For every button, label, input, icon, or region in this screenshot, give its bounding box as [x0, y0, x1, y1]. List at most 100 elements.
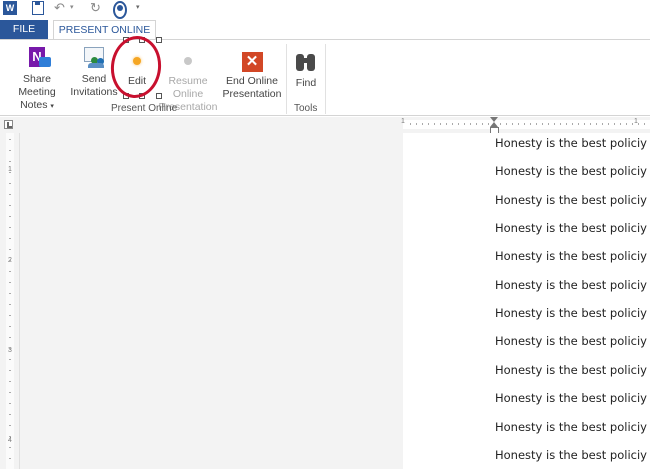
ruler-tick [644, 123, 645, 125]
resume-label: Resume Online [168, 75, 208, 100]
document-line: Honesty is the best policiy [495, 334, 647, 348]
ruler-tick [9, 293, 11, 294]
ruler-tick [410, 123, 411, 125]
ruler-tick [506, 123, 507, 125]
word-icon: W [3, 1, 17, 15]
ruler-tick [9, 150, 11, 151]
tab-selector-icon[interactable] [4, 120, 13, 129]
present-online-icon[interactable] [113, 1, 127, 19]
ruler-tick [9, 370, 11, 371]
tab-file[interactable]: FILE [0, 20, 48, 39]
binoculars-icon [295, 50, 317, 72]
ribbon-tabs: FILE PRESENT ONLINE [0, 20, 650, 39]
vertical-ruler[interactable]: 1 2 3 4 [0, 133, 20, 469]
ruler-number: 4 [8, 437, 12, 444]
ruler-tick [9, 304, 11, 305]
ruler-tick [9, 227, 11, 228]
document-line: Honesty is the best policiy [495, 164, 647, 178]
end-label-2: Presentation [222, 88, 282, 100]
ruler-tick [9, 205, 11, 206]
ruler-tick [9, 359, 11, 360]
document-line: Honesty is the best policiy [495, 249, 647, 263]
ruler-tick [554, 123, 555, 125]
document-line: Honesty is the best policiy [495, 363, 647, 377]
document-page[interactable]: Honesty is the best policiy Honesty is t… [403, 133, 650, 469]
ruler-tick [500, 123, 501, 125]
ruler-tick [9, 403, 11, 404]
document-line: Honesty is the best policiy [495, 221, 647, 235]
ruler-number: 1 [401, 118, 405, 125]
group-label-tools: Tools [294, 103, 318, 114]
ruler-tick [614, 123, 615, 125]
ruler-tick [638, 123, 639, 125]
document-background [20, 133, 403, 469]
ruler-tick [9, 337, 11, 338]
ruler-tick [9, 216, 11, 217]
ruler-tick [9, 249, 11, 250]
customize-toolbar-icon[interactable]: ▾ [136, 1, 140, 15]
ruler-tick [9, 414, 11, 415]
selection-handle[interactable] [156, 37, 162, 43]
ruler-tick [9, 271, 11, 272]
ruler-tick [9, 326, 11, 327]
ruler-tick [9, 260, 11, 261]
send-invitations-label-2: Invitations [70, 86, 118, 98]
ruler-tick [9, 425, 11, 426]
ruler-tick [9, 447, 11, 448]
ruler-tick [548, 123, 549, 125]
end-online-presentation-button[interactable]: ✕ End Online Presentation [222, 45, 282, 101]
ruler-tick [524, 123, 525, 125]
undo-icon[interactable]: ↶ [54, 1, 65, 15]
ruler-tick [530, 123, 531, 125]
ruler-tick [488, 123, 489, 125]
ruler-tick [9, 183, 11, 184]
indent-marker-icon[interactable] [490, 117, 499, 134]
document-line: Honesty is the best policiy [495, 420, 647, 434]
ruler-tick [470, 123, 471, 125]
find-button[interactable]: Find [290, 45, 322, 90]
ruler-tick [9, 194, 11, 195]
save-icon[interactable] [32, 1, 44, 15]
ruler-tick [9, 315, 11, 316]
send-invitations-icon [82, 45, 106, 69]
ruler-tick [440, 123, 441, 125]
ruler-tick [626, 123, 627, 125]
ruler-tick [542, 123, 543, 125]
ruler-tick [9, 282, 11, 283]
onenote-icon: N [25, 45, 51, 69]
ruler-tick [590, 123, 591, 125]
share-meeting-notes-button[interactable]: N Share Meeting Notes ▾ [3, 45, 71, 113]
document-line: Honesty is the best policiy [495, 391, 647, 405]
ribbon: N Share Meeting Notes ▾ Send Invitations… [0, 37, 650, 116]
ruler-tick [9, 139, 11, 140]
ruler-tick [560, 123, 561, 125]
ruler-tick [9, 172, 11, 173]
end-label: End Online [226, 75, 278, 87]
ruler-tick [452, 123, 453, 125]
undo-dropdown-icon[interactable]: ▾ [70, 1, 74, 15]
ruler-tick [620, 123, 621, 125]
ruler-tick [458, 123, 459, 125]
ruler-tick [9, 392, 11, 393]
ruler-tick [518, 123, 519, 125]
ruler-tick [566, 123, 567, 125]
ruler-tick [536, 123, 537, 125]
ruler-tick [464, 123, 465, 125]
ruler-tick [446, 123, 447, 125]
ruler-tick [416, 123, 417, 125]
ruler-tick [512, 123, 513, 125]
ruler-tick [476, 123, 477, 125]
ruler-tick [434, 123, 435, 125]
document-line: Honesty is the best policiy [495, 448, 647, 462]
share-meeting-notes-label: Share Meeting [18, 73, 56, 98]
ruler-tick [9, 381, 11, 382]
redo-icon[interactable]: ↻ [90, 1, 101, 15]
quick-access-toolbar: W ↶ ▾ ↻ ▾ [0, 0, 650, 19]
ruler-tick [422, 123, 423, 125]
group-separator [286, 44, 287, 114]
ruler-tick [428, 123, 429, 125]
ruler-tick [584, 123, 585, 125]
ruler-tick [9, 238, 11, 239]
group-label-present-online: Present Online [111, 103, 178, 114]
horizontal-ruler[interactable]: 1 1 [0, 117, 650, 134]
